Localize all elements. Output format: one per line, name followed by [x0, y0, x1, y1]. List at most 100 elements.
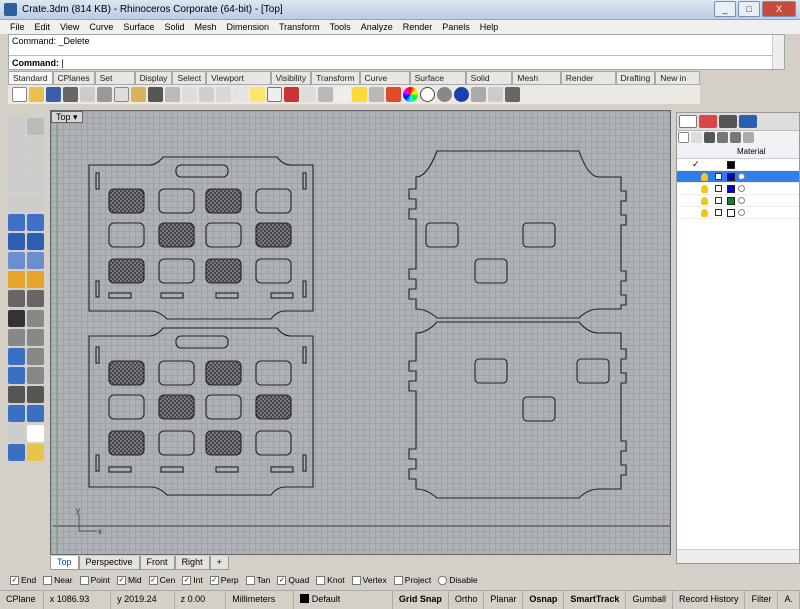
vtab-perspective[interactable]: Perspective: [78, 556, 140, 570]
tab-cplanes[interactable]: CPlanes: [52, 71, 95, 84]
tab-select[interactable]: Select: [172, 71, 207, 84]
status-ortho[interactable]: Ortho: [449, 591, 485, 609]
lock-icon[interactable]: [335, 87, 350, 102]
select-arrow-icon[interactable]: [8, 118, 25, 135]
status-osnap[interactable]: Osnap: [523, 591, 565, 609]
bulb-icon[interactable]: [701, 197, 708, 205]
menu-surface[interactable]: Surface: [123, 20, 154, 34]
osnap-vertex[interactable]: Vertex: [351, 575, 387, 585]
boolean-icon[interactable]: [27, 232, 44, 250]
extrude-icon[interactable]: [27, 213, 44, 231]
render-mesh-icon[interactable]: [8, 443, 25, 461]
osnap-tan[interactable]: Tan: [245, 575, 270, 585]
polygon-icon[interactable]: [8, 194, 25, 212]
zoom-window-icon[interactable]: [216, 87, 231, 102]
menu-solid[interactable]: Solid: [164, 20, 184, 34]
box-solid-icon[interactable]: [8, 232, 25, 250]
scale-icon[interactable]: [8, 367, 25, 385]
rotate-view-icon[interactable]: [182, 87, 197, 102]
material-circle-icon[interactable]: [738, 173, 745, 180]
layer-row[interactable]: [677, 183, 799, 195]
osnap-cen[interactable]: ✓ Cen: [148, 575, 175, 585]
undo-icon[interactable]: [148, 87, 163, 102]
render-icon[interactable]: [471, 87, 486, 102]
menu-render[interactable]: Render: [403, 20, 433, 34]
status-grid-snap[interactable]: Grid Snap: [393, 591, 449, 609]
menu-view[interactable]: View: [60, 20, 79, 34]
status-gumball[interactable]: Gumball: [626, 591, 673, 609]
rotate-icon[interactable]: [27, 347, 44, 365]
mesh-icon[interactable]: [8, 252, 25, 270]
dimension-icon[interactable]: [8, 386, 25, 404]
vtab-front[interactable]: Front: [139, 556, 175, 570]
rendered-sphere-icon[interactable]: [454, 87, 469, 102]
viewport-title[interactable]: Top ▾: [51, 111, 83, 123]
display-tab-icon[interactable]: [719, 115, 737, 128]
light-icon[interactable]: [8, 271, 25, 289]
fillet-curve-icon[interactable]: [27, 194, 44, 212]
tab-render-tools[interactable]: Render Tools: [560, 71, 616, 95]
bulb-icon[interactable]: [701, 185, 708, 193]
select-all-icon[interactable]: [301, 87, 316, 102]
save-icon[interactable]: [46, 87, 61, 102]
move-icon[interactable]: [8, 347, 25, 365]
vtab-top[interactable]: Top: [50, 556, 79, 570]
minimize-button[interactable]: _: [714, 1, 736, 17]
properties-tab-icon[interactable]: [679, 115, 697, 128]
rectangle-icon[interactable]: [27, 175, 44, 193]
polyline-icon[interactable]: [8, 137, 25, 155]
menu-mesh[interactable]: Mesh: [194, 20, 216, 34]
fillet-edge-icon[interactable]: [27, 309, 44, 327]
menu-dimension[interactable]: Dimension: [226, 20, 269, 34]
bulb-icon[interactable]: [701, 173, 708, 181]
tab-transform[interactable]: Transform: [311, 71, 360, 84]
layer-color-swatch[interactable]: [727, 161, 735, 169]
help-tab-icon[interactable]: [739, 115, 757, 128]
tab-visibility[interactable]: Visibility: [270, 71, 312, 84]
paste-icon[interactable]: [131, 87, 146, 102]
tab-drafting[interactable]: Drafting: [615, 71, 656, 84]
command-prompt[interactable]: Command: |: [9, 55, 784, 70]
mirror-icon[interactable]: [27, 367, 44, 385]
analyze-icon[interactable]: [8, 424, 25, 442]
bulb-icon[interactable]: [701, 209, 708, 217]
zoom-icon[interactable]: [199, 87, 214, 102]
osnap-near[interactable]: Near: [43, 575, 73, 585]
osnap-knot[interactable]: Knot: [316, 575, 345, 585]
delete-layer-icon[interactable]: [704, 132, 715, 143]
status-smarttrack[interactable]: SmartTrack: [564, 591, 627, 609]
osnap-mid[interactable]: ✓ Mid: [116, 575, 142, 585]
menu-edit[interactable]: Edit: [35, 20, 51, 34]
vtab-right[interactable]: Right: [174, 556, 210, 570]
new-layer-icon[interactable]: [678, 132, 689, 143]
tab-standard[interactable]: Standard: [8, 71, 53, 84]
menu-analyze[interactable]: Analyze: [361, 20, 393, 34]
lock-icon[interactable]: [715, 185, 722, 192]
color-wheel-icon[interactable]: [403, 87, 418, 102]
move-up-icon[interactable]: [717, 132, 728, 143]
osnap-project[interactable]: Project: [393, 575, 431, 585]
lock-icon[interactable]: [715, 197, 722, 204]
zoom-extents-icon[interactable]: [233, 87, 248, 102]
status-filter[interactable]: Filter: [745, 591, 779, 609]
join-icon[interactable]: [8, 309, 25, 327]
block-icon[interactable]: [27, 405, 44, 423]
tab-surface-tools[interactable]: Surface Tools: [409, 71, 466, 95]
command-scrollbar[interactable]: [772, 35, 784, 69]
layer-row-selected[interactable]: [677, 171, 799, 183]
tab-curve-tools[interactable]: Curve Tools: [359, 71, 410, 95]
vtab-add[interactable]: +: [209, 556, 229, 570]
curve-icon[interactable]: [27, 137, 44, 155]
array-icon[interactable]: [27, 328, 44, 346]
lock-icon[interactable]: [715, 173, 722, 180]
tab-mesh-tools[interactable]: Mesh Tools: [512, 71, 561, 95]
properties-icon[interactable]: [386, 87, 401, 102]
layer-color-swatch[interactable]: [727, 173, 735, 181]
import-icon[interactable]: [80, 87, 95, 102]
zoom-selected-icon[interactable]: [250, 87, 265, 102]
shaded-sphere-icon[interactable]: [437, 87, 452, 102]
status-planar[interactable]: Planar: [484, 591, 524, 609]
top-viewport[interactable]: y x Top ▾: [50, 110, 671, 555]
lock-icon[interactable]: [715, 209, 722, 216]
text-icon[interactable]: [27, 386, 44, 404]
